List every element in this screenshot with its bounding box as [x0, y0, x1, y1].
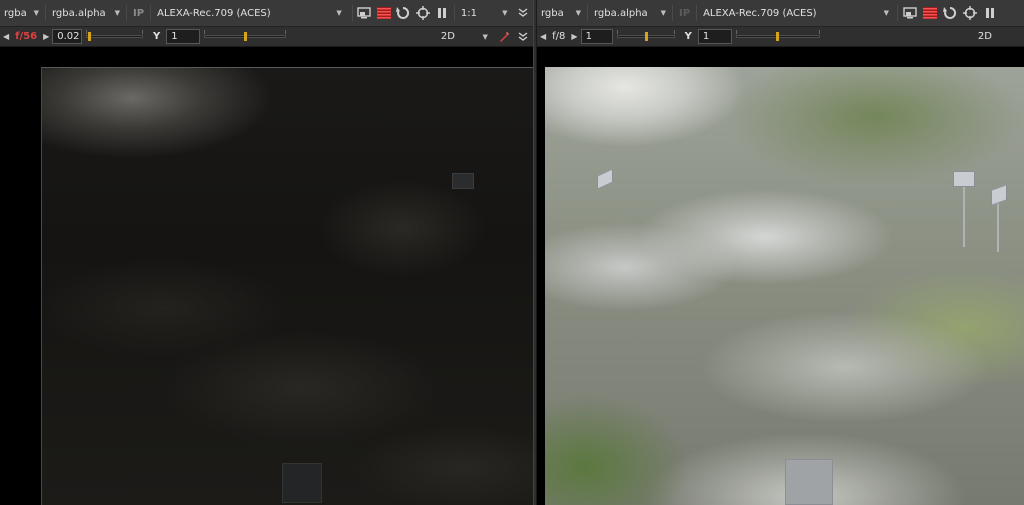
crosshair-icon[interactable]: [960, 3, 980, 23]
chevron-down-icon: ▼: [575, 9, 581, 17]
chevron-down-icon: ▼: [660, 9, 666, 17]
zoom-dropdown[interactable]: 1:1 ▼: [457, 4, 514, 22]
divider: [672, 5, 673, 21]
viewer-toolbar: rgba ▼ rgba.alpha ▼ IP ALEXA-Rec.709 (AC…: [0, 0, 533, 27]
alpha-value: rgba.alpha: [594, 7, 648, 19]
gain-input[interactable]: 1: [580, 29, 613, 44]
exposure-bar: ◀ f/56 ▶ 0.02 Y 1 2D ▼: [0, 27, 533, 47]
divider: [587, 5, 588, 21]
refresh-icon[interactable]: [940, 3, 960, 23]
slider-handle[interactable]: [88, 31, 92, 41]
double-chevron-icon[interactable]: [513, 27, 533, 47]
viewer-left: rgba ▼ rgba.alpha ▼ IP ALEXA-Rec.709 (AC…: [0, 0, 533, 505]
pen-icon[interactable]: [494, 27, 514, 47]
fstop-increase-icon[interactable]: ▶: [40, 32, 52, 41]
view-mode-dropdown[interactable]: 2D ▼: [437, 28, 494, 46]
monitor-icon[interactable]: [355, 3, 374, 23]
slider-ticks: [86, 29, 144, 34]
gain-slider[interactable]: [616, 29, 675, 44]
label-stick: [963, 187, 965, 247]
divider: [126, 5, 128, 21]
gamma-label: Y: [153, 31, 161, 42]
pause-icon[interactable]: [980, 3, 1000, 23]
fstop-increase-icon[interactable]: ▶: [568, 32, 580, 41]
chevron-down-icon: ▼: [883, 9, 890, 17]
gamma-input[interactable]: 1: [166, 29, 200, 44]
alpha-dropdown[interactable]: rgba.alpha ▼: [590, 4, 670, 22]
divider: [351, 5, 353, 21]
gamma-label: Y: [684, 31, 692, 42]
refresh-icon[interactable]: [394, 3, 413, 23]
stripes-icon[interactable]: [920, 3, 940, 23]
plant-label: [785, 459, 833, 505]
channels-value: rgba: [4, 7, 27, 19]
ip-toggle[interactable]: IP: [675, 8, 694, 19]
plant-label: [282, 463, 322, 503]
view-mode-dropdown[interactable]: 2D: [974, 28, 1014, 46]
fstop-decrease-icon[interactable]: ◀: [0, 32, 12, 41]
fstop-decrease-icon[interactable]: ◀: [537, 32, 549, 41]
lut-value: ALEXA-Rec.709 (ACES): [157, 7, 271, 19]
channels-dropdown[interactable]: rgba ▼: [537, 4, 585, 22]
exposure-bar: ◀ f/8 ▶ 1 Y 1 2D: [537, 27, 1024, 47]
viewer-right: rgba ▼ rgba.alpha ▼ IP ALEXA-Rec.709 (AC…: [537, 0, 1024, 505]
gain-input[interactable]: 0.02: [52, 29, 83, 44]
fstop-value[interactable]: f/56: [12, 31, 40, 42]
divider: [696, 5, 698, 21]
monitor-icon[interactable]: [900, 3, 920, 23]
slider-handle[interactable]: [644, 31, 648, 41]
plant-label: [452, 173, 474, 189]
ip-toggle[interactable]: IP: [129, 8, 148, 19]
divider: [453, 5, 455, 21]
alpha-dropdown[interactable]: rgba.alpha ▼: [48, 4, 124, 22]
alpha-value: rgba.alpha: [52, 7, 106, 19]
viewer-toolbar: rgba ▼ rgba.alpha ▼ IP ALEXA-Rec.709 (AC…: [537, 0, 1024, 27]
plant-label: [597, 168, 613, 190]
pause-icon[interactable]: [432, 3, 451, 23]
gamma-slider[interactable]: [735, 29, 820, 44]
slider-track: [86, 34, 144, 38]
double-chevron-icon[interactable]: [514, 3, 533, 23]
viewer-image[interactable]: [41, 67, 533, 505]
chevron-down-icon: ▼: [482, 32, 488, 41]
gamma-slider[interactable]: [203, 29, 287, 44]
plant-label: [991, 184, 1007, 206]
lut-value: ALEXA-Rec.709 (ACES): [703, 7, 817, 19]
view-mode-value: 2D: [440, 31, 455, 42]
divider: [897, 5, 899, 21]
stripes-icon[interactable]: [374, 3, 393, 23]
channels-value: rgba: [541, 7, 564, 19]
chevron-down-icon: ▼: [33, 9, 39, 17]
slider-handle[interactable]: [243, 31, 247, 41]
plant-label: [953, 171, 975, 187]
chevron-down-icon: ▼: [114, 9, 121, 17]
channels-dropdown[interactable]: rgba ▼: [0, 4, 43, 22]
divider: [150, 5, 152, 21]
viewer-image[interactable]: [545, 67, 1024, 505]
chevron-down-icon: ▼: [336, 9, 342, 17]
crosshair-icon[interactable]: [413, 3, 432, 23]
gain-slider[interactable]: [86, 29, 144, 44]
slider-handle[interactable]: [775, 31, 779, 41]
fstop-value[interactable]: f/8: [549, 31, 568, 42]
lut-dropdown[interactable]: ALEXA-Rec.709 (ACES) ▼: [153, 4, 350, 22]
divider: [45, 5, 46, 21]
zoom-value: 1:1: [460, 7, 477, 19]
gamma-input[interactable]: 1: [697, 29, 732, 44]
label-stick: [997, 202, 999, 252]
chevron-down-icon: ▼: [502, 9, 508, 17]
lut-dropdown[interactable]: ALEXA-Rec.709 (ACES) ▼: [699, 4, 895, 22]
view-mode-value: 2D: [977, 31, 992, 42]
